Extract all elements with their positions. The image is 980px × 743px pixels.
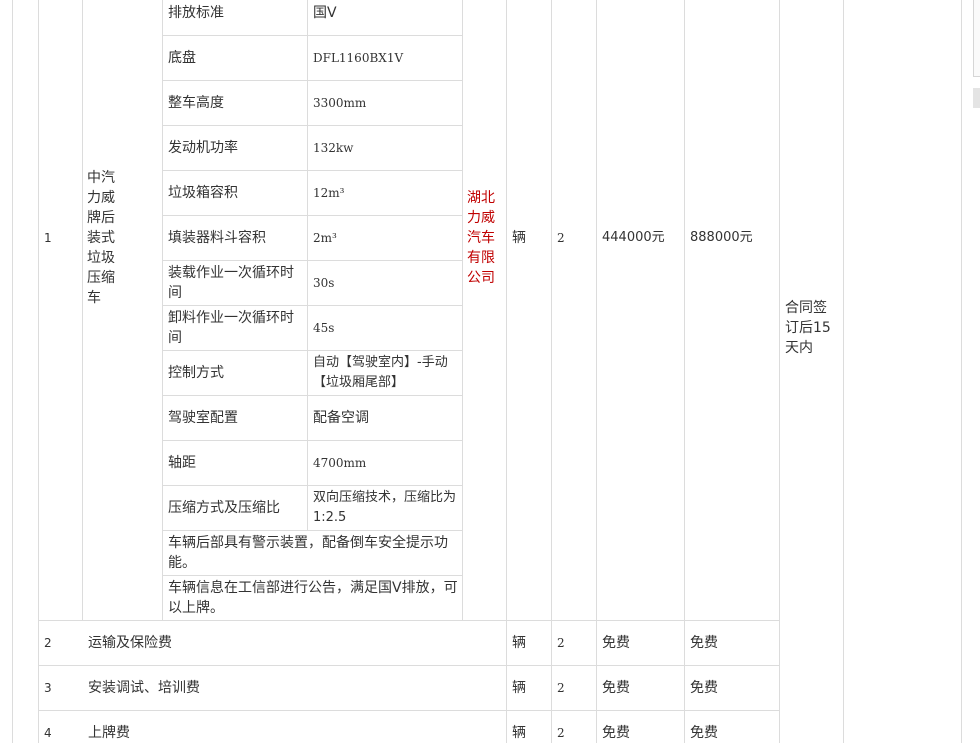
- spec-label: 卸料作业一次循环时间: [168, 310, 294, 346]
- total-price: 免费: [690, 635, 718, 651]
- spec-value: 12m³: [313, 186, 345, 200]
- quantity: 2: [557, 681, 565, 695]
- spec-value: 国V: [313, 5, 337, 21]
- quantity: 2: [557, 726, 565, 740]
- spec-label: 压缩方式及压缩比: [168, 500, 280, 516]
- spec-value: 3300mm: [313, 96, 367, 110]
- spec-label: 底盘: [168, 50, 196, 66]
- quote-table: 1 中汽力威牌后装式垃圾压缩车 湖北力威汽车有限公司 辆 2 444000元 8…: [0, 0, 980, 743]
- spec-value: DFL1160BX1V: [313, 51, 404, 65]
- total-price: 888000元: [690, 230, 753, 245]
- scrollbar-button[interactable]: [973, 0, 980, 77]
- spec-label: 发动机功率: [168, 140, 238, 156]
- spec-value: 双向压缩技术，压缩比为1:2.5: [313, 490, 457, 525]
- total-price: 免费: [690, 725, 718, 741]
- row-item-name: 上牌费: [88, 725, 130, 741]
- unit: 辆: [512, 725, 526, 741]
- spec-label: 填装器料斗容积: [168, 230, 266, 246]
- spec-label: 垃圾箱容积: [168, 185, 238, 201]
- quantity: 2: [557, 231, 565, 245]
- quantity: 2: [557, 636, 565, 650]
- row-item-name: 运输及保险费: [88, 635, 172, 651]
- spec-value: 自动【驾驶室内】-手动【垃圾厢尾部】: [313, 355, 448, 390]
- unit: 辆: [512, 230, 526, 246]
- spec-value: 45s: [313, 321, 335, 335]
- row-item-name: 安装调试、培训费: [88, 680, 200, 696]
- row-index: 1: [44, 231, 52, 245]
- unit: 辆: [512, 635, 526, 651]
- spec-label: 排放标准: [168, 5, 224, 21]
- spec-value: 132kw: [313, 141, 354, 155]
- spec-value: 2m³: [313, 231, 337, 245]
- unit-price: 免费: [602, 635, 630, 651]
- unit-price: 免费: [602, 680, 630, 696]
- spec-note: 车辆信息在工信部进行公告，满足国V排放，可以上牌。: [168, 580, 458, 616]
- unit: 辆: [512, 680, 526, 696]
- supplier-name: 湖北力威汽车有限公司: [467, 190, 495, 286]
- delivery-time: 合同签订后15天内: [785, 300, 831, 356]
- unit-price: 免费: [602, 725, 630, 741]
- spec-label: 控制方式: [168, 365, 224, 381]
- spec-label: 整车高度: [168, 95, 224, 111]
- row-index: 4: [44, 726, 52, 740]
- unit-price: 444000元: [602, 230, 665, 245]
- spec-value: 配备空调: [313, 410, 369, 426]
- spec-label: 装载作业一次循环时间: [168, 265, 294, 301]
- spec-value: 4700mm: [313, 456, 367, 470]
- row-index: 3: [44, 681, 52, 695]
- spec-note: 车辆后部具有警示装置，配备倒车安全提示功能。: [168, 535, 448, 571]
- spec-label: 轴距: [168, 455, 196, 471]
- spec-label: 驾驶室配置: [168, 410, 238, 426]
- product-name: 中汽力威牌后装式垃圾压缩车: [87, 170, 115, 306]
- total-price: 免费: [690, 680, 718, 696]
- spec-value: 30s: [313, 276, 335, 290]
- scrollbar-thumb[interactable]: [973, 88, 980, 108]
- row-index: 2: [44, 636, 52, 650]
